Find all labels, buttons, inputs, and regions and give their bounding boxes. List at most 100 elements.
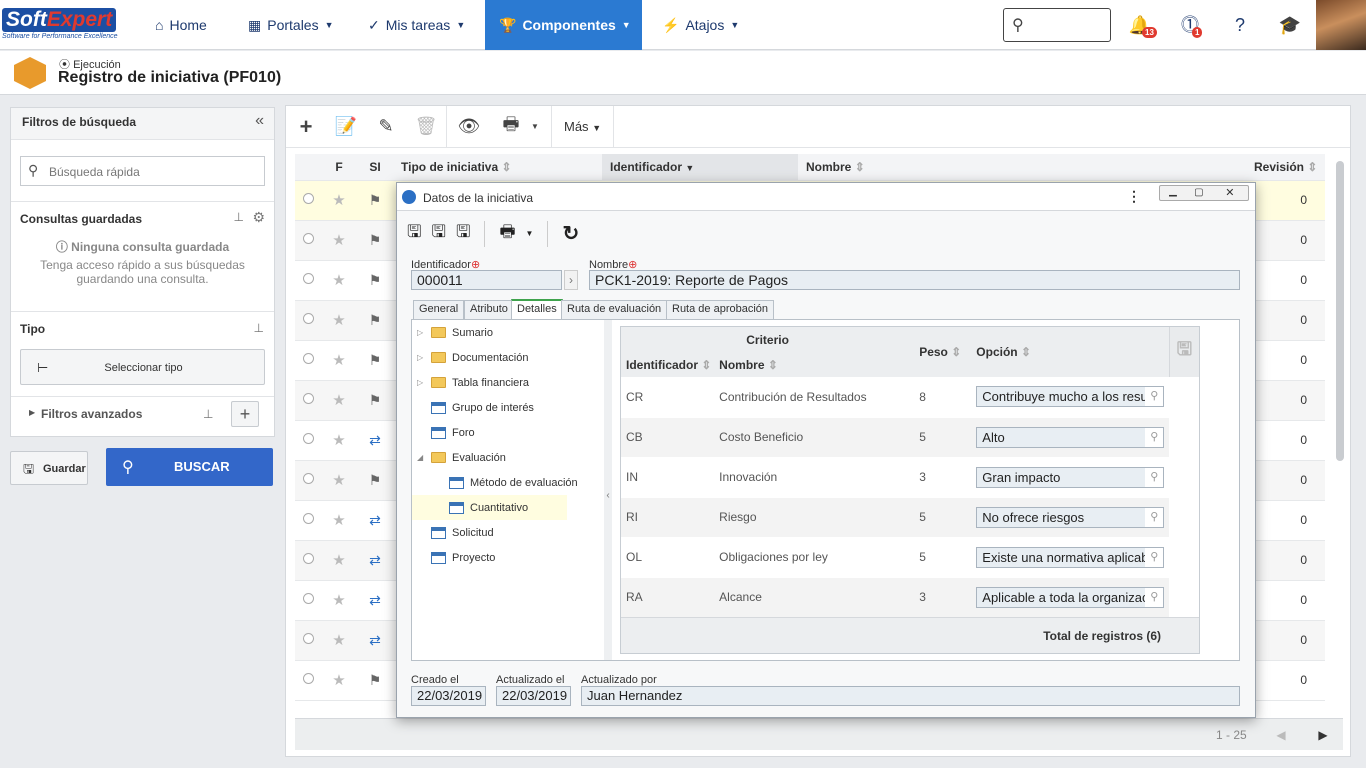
more-menu-button[interactable]: Más ▼: [552, 119, 613, 134]
option-field[interactable]: Contribuye mucho a los resultados ⚲: [976, 386, 1165, 408]
star-icon[interactable]: ★: [332, 192, 345, 209]
star-icon[interactable]: ★: [332, 352, 345, 369]
col-nombre[interactable]: Nombre ⇕: [798, 154, 1246, 181]
lookup-icon[interactable]: ⚲: [1145, 467, 1164, 487]
select-type-button[interactable]: ⊢ Seleccionar tipo: [20, 349, 265, 385]
grid-scrollbar[interactable]: [1336, 161, 1344, 461]
search-button[interactable]: ⚲ BUSCAR: [106, 448, 273, 486]
splitter-collapse-icon[interactable]: ‹: [604, 320, 612, 660]
row-radio[interactable]: [302, 473, 314, 484]
tab-ruta-evaluacion[interactable]: Ruta de evaluación: [561, 300, 668, 319]
pin-icon[interactable]: ⊥: [234, 210, 244, 224]
col-tipo[interactable]: Tipo de iniciativa ⇕: [393, 154, 602, 181]
row-radio[interactable]: [302, 393, 314, 404]
minimize-icon[interactable]: ▁: [1160, 186, 1186, 200]
graduation-cap-icon[interactable]: 🎓: [1278, 13, 1302, 37]
softexpert-logo[interactable]: SoftExpert Software for Performance Exce…: [2, 8, 137, 48]
col-weight[interactable]: Peso ⇕: [914, 327, 971, 377]
kebab-menu-icon[interactable]: ⋮: [1127, 188, 1141, 205]
add-filter-button[interactable]: +: [231, 401, 259, 427]
star-icon[interactable]: ★: [332, 552, 345, 569]
view-icon[interactable]: 👁: [447, 106, 491, 148]
row-radio[interactable]: [302, 513, 314, 524]
nav-componentes[interactable]: 🏆 Componentes ▼: [485, 0, 642, 50]
close-icon[interactable]: ✕: [1212, 186, 1248, 200]
tree-item[interactable]: Foro: [417, 420, 475, 445]
col-f[interactable]: F: [321, 154, 357, 181]
star-icon[interactable]: ★: [332, 592, 345, 609]
print-dropdown-icon[interactable]: ▼: [526, 229, 534, 238]
row-radio[interactable]: [302, 633, 314, 644]
col-si[interactable]: SI: [357, 154, 393, 181]
tree-item[interactable]: ▷ Sumario: [417, 320, 493, 345]
tab-atributo[interactable]: Atributo: [464, 300, 514, 319]
save-row-icon[interactable]: 🖫: [1168, 327, 1199, 377]
save-query-button[interactable]: 🖫 Guardar: [10, 451, 88, 485]
tree-item[interactable]: Proyecto: [417, 545, 495, 570]
user-avatar[interactable]: [1316, 0, 1366, 50]
prev-page-icon[interactable]: ◀: [1261, 719, 1301, 751]
help-icon[interactable]: ?: [1228, 13, 1252, 37]
tab-general[interactable]: General: [413, 300, 465, 319]
print-dropdown-icon[interactable]: ▼: [531, 122, 545, 131]
gear-icon[interactable]: ⚙: [252, 209, 265, 226]
lookup-icon[interactable]: ⚲: [1145, 387, 1164, 407]
row-radio[interactable]: [302, 673, 314, 684]
collapse-panel-icon[interactable]: «: [255, 112, 264, 130]
identifier-field[interactable]: 000011: [411, 270, 562, 290]
save-and-new-icon[interactable]: 🖫: [407, 219, 421, 248]
quick-search-input[interactable]: ⚲ Búsqueda rápida: [20, 156, 265, 186]
row-radio[interactable]: [302, 353, 314, 364]
nav-mis-tareas[interactable]: ✓ Mis tareas ▼: [354, 0, 479, 50]
tree-item[interactable]: Grupo de interés: [417, 395, 534, 420]
pencil-icon[interactable]: ✎: [366, 106, 406, 148]
lookup-icon[interactable]: ⚲: [1145, 507, 1164, 527]
save-and-close-icon[interactable]: 🖫: [456, 219, 470, 248]
expand-icon[interactable]: ▷: [417, 328, 425, 337]
alerts-icon[interactable]: ⓵1: [1178, 13, 1203, 38]
row-radio[interactable]: [302, 433, 314, 444]
next-page-icon[interactable]: ▶: [1303, 719, 1343, 751]
option-field[interactable]: Aplicable a toda la organización ⚲: [976, 586, 1165, 608]
nav-home[interactable]: ⌂ Home: [141, 0, 221, 50]
tree-item[interactable]: ▷ Documentación: [417, 345, 528, 370]
tree-item[interactable]: ◢ Evaluación: [417, 445, 506, 470]
star-icon[interactable]: ★: [332, 392, 345, 409]
star-icon[interactable]: ★: [332, 632, 345, 649]
trash-icon[interactable]: 🗑: [406, 106, 446, 148]
save-icon[interactable]: 🖫: [431, 219, 445, 248]
printer-icon[interactable]: 🖶: [491, 106, 531, 148]
advanced-filters-section[interactable]: ▶ Filtros avanzados ⊥ +: [11, 397, 274, 435]
global-search-input[interactable]: ⚲: [1003, 8, 1111, 42]
lookup-icon[interactable]: ⚲: [1145, 547, 1164, 567]
option-field[interactable]: No ofrece riesgos ⚲: [976, 506, 1165, 528]
option-field[interactable]: Alto ⚲: [976, 426, 1165, 448]
printer-icon[interactable]: 🖶: [499, 219, 515, 248]
star-icon[interactable]: ★: [332, 232, 345, 249]
tab-detalles[interactable]: Detalles: [511, 299, 563, 319]
row-radio[interactable]: [302, 593, 314, 604]
lookup-icon[interactable]: ⚲: [1145, 587, 1164, 607]
tree-item[interactable]: ▷ Tabla financiera: [417, 370, 529, 395]
chevron-right-icon[interactable]: ›: [564, 270, 578, 290]
star-icon[interactable]: ★: [332, 472, 345, 489]
nav-portales[interactable]: ▦ Portales ▼: [234, 0, 348, 50]
option-field[interactable]: Gran impacto ⚲: [976, 466, 1165, 488]
tree-item[interactable]: Cuantitativo: [412, 495, 567, 520]
tree-item[interactable]: Método de evaluación: [449, 470, 578, 495]
tree-item[interactable]: Solicitud: [417, 520, 494, 545]
star-icon[interactable]: ★: [332, 672, 345, 689]
restore-icon[interactable]: ▢: [1186, 186, 1212, 200]
col-option[interactable]: Opción ⇕: [970, 327, 1170, 377]
option-field[interactable]: Existe una normativa aplicable ⚲: [976, 546, 1165, 568]
star-icon[interactable]: ★: [332, 272, 345, 289]
collapse-icon[interactable]: ◢: [417, 453, 425, 462]
pin-icon[interactable]: ⊥: [203, 407, 213, 421]
star-icon[interactable]: ★: [332, 312, 345, 329]
tab-ruta-aprobacion[interactable]: Ruta de aprobación: [666, 300, 775, 319]
col-revision[interactable]: Revisión ⇕: [1246, 154, 1325, 181]
refresh-icon[interactable]: ↻: [562, 221, 579, 246]
row-radio[interactable]: [302, 273, 314, 284]
edit-document-icon[interactable]: 📝: [326, 106, 366, 148]
col-criteria-name[interactable]: Nombre ⇕: [714, 353, 915, 377]
